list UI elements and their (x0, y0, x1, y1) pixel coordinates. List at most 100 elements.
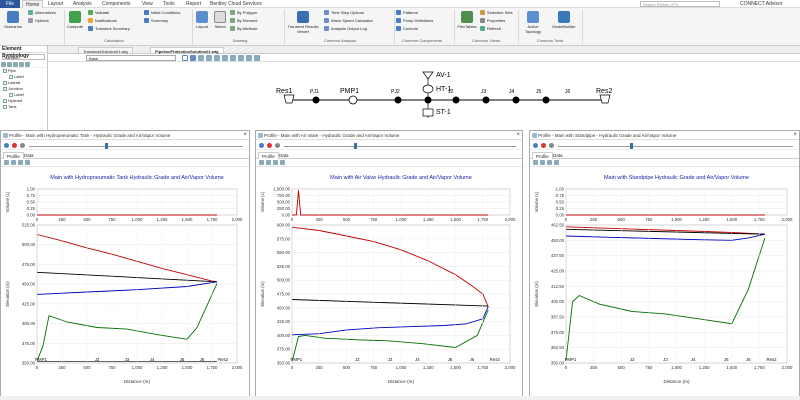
copy-icon[interactable] (540, 160, 545, 165)
alternatives-button[interactable]: Alternatives (28, 10, 56, 16)
tab-home[interactable]: Home (22, 0, 44, 8)
search-ribbon-input[interactable]: Search Ribbon (F3) (640, 1, 720, 7)
checkbox-icon[interactable] (9, 93, 13, 97)
pan-icon[interactable] (190, 55, 196, 61)
transient-summary-button[interactable]: Transient Summary (88, 26, 130, 32)
properties-button[interactable]: Properties (480, 18, 505, 24)
pump-definitions-button[interactable]: Pump Definitions (396, 18, 433, 24)
copy-icon[interactable] (11, 160, 16, 165)
time-slider-track[interactable] (558, 146, 793, 147)
select-by-attribute-button[interactable]: By Attribute (230, 26, 257, 32)
tree-node[interactable]: Tank (0, 104, 47, 110)
delete-icon[interactable] (7, 62, 12, 67)
patterns-button[interactable]: Patterns (396, 10, 418, 16)
tab-transients-solution[interactable]: TransientsSolution01.wtg (78, 47, 133, 54)
select-button[interactable]: Select (212, 11, 228, 29)
tab-layout[interactable]: Layout (48, 0, 63, 8)
checkbox-icon[interactable] (3, 87, 7, 91)
zoom-icon[interactable] (18, 160, 23, 165)
junction-j4-icon[interactable] (482, 96, 490, 104)
chart-settings-icon[interactable] (25, 160, 30, 165)
junction-j6-icon[interactable] (542, 96, 550, 104)
options-icon[interactable] (549, 143, 554, 148)
print-icon[interactable] (259, 160, 264, 165)
refresh-drawing-icon[interactable] (246, 55, 252, 61)
close-icon[interactable]: × (793, 131, 797, 139)
checkbox-icon[interactable] (3, 81, 7, 85)
file-menu[interactable]: File (0, 0, 20, 8)
tab-analysis[interactable]: Analysis (73, 0, 92, 8)
flextables-button[interactable]: FlexTables (456, 11, 478, 29)
junction-pj2[interactable] (394, 96, 402, 104)
analysis-output-log-button[interactable]: Analysis Output Log (324, 26, 367, 32)
scenarios-button[interactable]: Scenarios (2, 11, 24, 29)
checkbox-icon[interactable] (3, 99, 7, 103)
transient-results-viewer-button[interactable]: Transient Results Viewer (286, 11, 320, 34)
down-icon[interactable] (25, 62, 30, 67)
hydropneumatic-tank-ht1-icon[interactable] (422, 84, 434, 94)
print-icon[interactable] (4, 160, 9, 165)
time-slider-thumb[interactable] (105, 143, 108, 149)
initial-conditions-button[interactable]: Initial Conditions (144, 10, 180, 16)
refresh-button[interactable]: Refresh (480, 26, 501, 32)
play-icon[interactable] (4, 143, 9, 148)
connect-advisor[interactable]: CONNECT Advisor (740, 0, 782, 8)
notifications-button[interactable]: Notifications (88, 18, 117, 24)
options-icon[interactable] (275, 143, 280, 148)
print-icon[interactable] (533, 160, 538, 165)
chart-settings-icon[interactable] (554, 160, 559, 165)
stop-icon[interactable] (267, 143, 272, 148)
tab-pipeline-protection-solution[interactable]: PipelineProtectionSolution01.wtg (150, 47, 224, 54)
zoom-previous-icon[interactable] (230, 55, 236, 61)
junction-j3-icon[interactable] (452, 96, 460, 104)
options-icon[interactable] (20, 143, 25, 148)
zoom-out-icon[interactable] (206, 55, 212, 61)
tab-report[interactable]: Report (186, 0, 201, 8)
tab-tools[interactable]: Tools (163, 0, 175, 8)
close-icon[interactable]: × (243, 131, 247, 139)
reservoir-res2-icon[interactable] (599, 94, 611, 104)
layout-button[interactable]: Layout (194, 11, 210, 29)
junction-pj1[interactable] (312, 96, 320, 104)
tab-data[interactable]: Data (21, 152, 37, 159)
tab-data[interactable]: Data (550, 152, 566, 159)
checkbox-icon[interactable] (3, 69, 7, 73)
junction-j5-icon[interactable] (512, 96, 520, 104)
select-by-element-button[interactable]: By Element (230, 18, 257, 24)
time-slider-thumb[interactable] (354, 143, 357, 149)
options-button[interactable]: Options (28, 18, 49, 24)
validate-button[interactable]: Validate (88, 10, 109, 16)
time-slider-track[interactable] (284, 146, 516, 147)
controls-button[interactable]: Controls (396, 26, 418, 32)
select-by-polygon-button[interactable]: By Polygon (230, 10, 257, 16)
up-icon[interactable] (19, 62, 24, 67)
zoom-extents-icon[interactable] (214, 55, 220, 61)
reservoir-res1-icon[interactable] (283, 94, 295, 104)
zoom-icon[interactable] (273, 160, 278, 165)
zoom-icon[interactable] (547, 160, 552, 165)
time-step-options-button[interactable]: Time Step Options (324, 10, 364, 16)
time-slider-track[interactable] (29, 146, 243, 147)
surge-tank-st1-icon[interactable] (422, 108, 434, 117)
close-icon[interactable]: × (516, 131, 520, 139)
time-slider-thumb[interactable] (630, 143, 633, 149)
compute-button[interactable]: Compute (66, 11, 84, 29)
wave-speed-calculator-button[interactable]: Wave Speed Calculator (324, 18, 373, 24)
modelbuilder-button[interactable]: ModelBuilder (550, 11, 578, 29)
checkbox-icon[interactable] (3, 105, 7, 109)
checkbox-icon[interactable] (9, 75, 13, 79)
tab-bentley-cloud-services[interactable]: Bentley Cloud Services (210, 0, 262, 8)
tab-components[interactable]: Components (102, 0, 130, 8)
add-icon[interactable] (1, 62, 6, 67)
air-valve-av1-icon[interactable] (422, 71, 434, 80)
play-icon[interactable] (533, 143, 538, 148)
stop-icon[interactable] (12, 143, 17, 148)
tab-data[interactable]: Data (276, 152, 292, 159)
zoom-window-icon[interactable] (222, 55, 228, 61)
copy-icon[interactable] (266, 160, 271, 165)
select-tool-icon[interactable] (182, 55, 188, 61)
hand-icon[interactable] (254, 55, 260, 61)
tab-view[interactable]: View (142, 0, 153, 8)
stop-icon[interactable] (541, 143, 546, 148)
active-topology-button[interactable]: Active Topology (520, 11, 546, 34)
